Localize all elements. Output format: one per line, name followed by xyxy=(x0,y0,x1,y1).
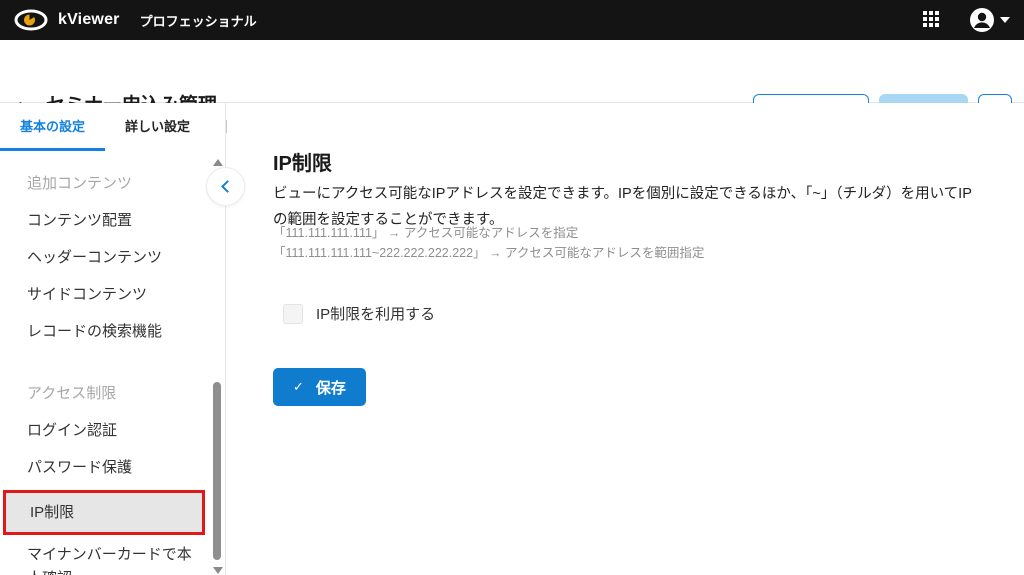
ip-restriction-checkbox[interactable] xyxy=(283,304,303,324)
page-header: セミナー申込み管理 公開中 https://e.viewer.kintoneap… xyxy=(0,40,1024,103)
ip-example-line: 「111.111.111.111~222.222.222.222」 → アクセス… xyxy=(273,243,704,263)
scroll-up-arrow-icon[interactable] xyxy=(213,159,223,166)
account-menu[interactable] xyxy=(969,7,1010,33)
sidebar-nav: 追加コンテンツ コンテンツ配置 ヘッダーコンテンツ サイドコンテンツ レコードの… xyxy=(0,165,225,575)
use-ip-restriction-option[interactable]: IP制限を利用する xyxy=(283,303,435,324)
sidebar-item-ip-restriction[interactable]: IP制限 xyxy=(3,490,205,535)
sidebar-item-record-search[interactable]: レコードの検索機能 xyxy=(0,313,225,350)
ip-example-line: 「111.111.111.111」 → アクセス可能なアドレスを指定 xyxy=(273,223,704,243)
chevron-down-icon xyxy=(1000,17,1010,23)
sidebar-item-content-layout[interactable]: コンテンツ配置 xyxy=(0,202,225,239)
section-header-access-restriction: アクセス制限 xyxy=(0,375,225,412)
ip-examples: 「111.111.111.111」 → アクセス可能なアドレスを指定 「111.… xyxy=(273,223,704,263)
tab-basic-settings[interactable]: 基本の設定 xyxy=(0,103,105,151)
sidebar-scrollbar[interactable] xyxy=(211,151,224,575)
checkbox-label: IP制限を利用する xyxy=(316,303,435,324)
scroll-down-arrow-icon[interactable] xyxy=(213,567,223,574)
tab-detailed-settings[interactable]: 詳しい設定 xyxy=(105,103,210,151)
settings-sidebar: 基本の設定 詳しい設定 追加コンテンツ コンテンツ配置 ヘッダーコンテンツ サイ… xyxy=(0,103,226,575)
main-panel: IP制限 ビューにアクセス可能なIPアドレスを設定できます。IPを個別に設定でき… xyxy=(227,103,1024,575)
eye-icon xyxy=(14,9,48,31)
sidebar-item-mynumber-card[interactable]: マイナンバーカードで本人確認 xyxy=(0,539,225,575)
layout-body: 基本の設定 詳しい設定 追加コンテンツ コンテンツ配置 ヘッダーコンテンツ サイ… xyxy=(0,103,1024,575)
sidebar-collapse-button[interactable] xyxy=(206,167,245,206)
plan-label: プロフェッショナル xyxy=(140,11,257,30)
kviewer-logo[interactable]: kViewer xyxy=(14,9,120,31)
sidebar-item-login-auth[interactable]: ログイン認証 xyxy=(0,412,225,449)
apps-grid-icon[interactable] xyxy=(923,11,941,29)
sidebar-tabs: 基本の設定 詳しい設定 xyxy=(0,103,225,151)
sidebar-item-side-content[interactable]: サイドコンテンツ xyxy=(0,276,225,313)
user-avatar-icon xyxy=(969,7,995,33)
content-heading: IP制限 xyxy=(273,147,332,176)
section-header-additional-content: 追加コンテンツ xyxy=(0,165,225,202)
sidebar-item-header-content[interactable]: ヘッダーコンテンツ xyxy=(0,239,225,276)
save-button[interactable]: ✓ 保存 xyxy=(273,368,366,406)
topbar: kViewer プロフェッショナル xyxy=(0,0,1024,40)
check-icon: ✓ xyxy=(293,379,304,395)
app-title: kViewer xyxy=(58,11,120,29)
chevron-left-icon xyxy=(221,180,234,193)
sidebar-item-password-protection[interactable]: パスワード保護 xyxy=(0,449,225,486)
scrollbar-thumb[interactable] xyxy=(213,382,221,560)
